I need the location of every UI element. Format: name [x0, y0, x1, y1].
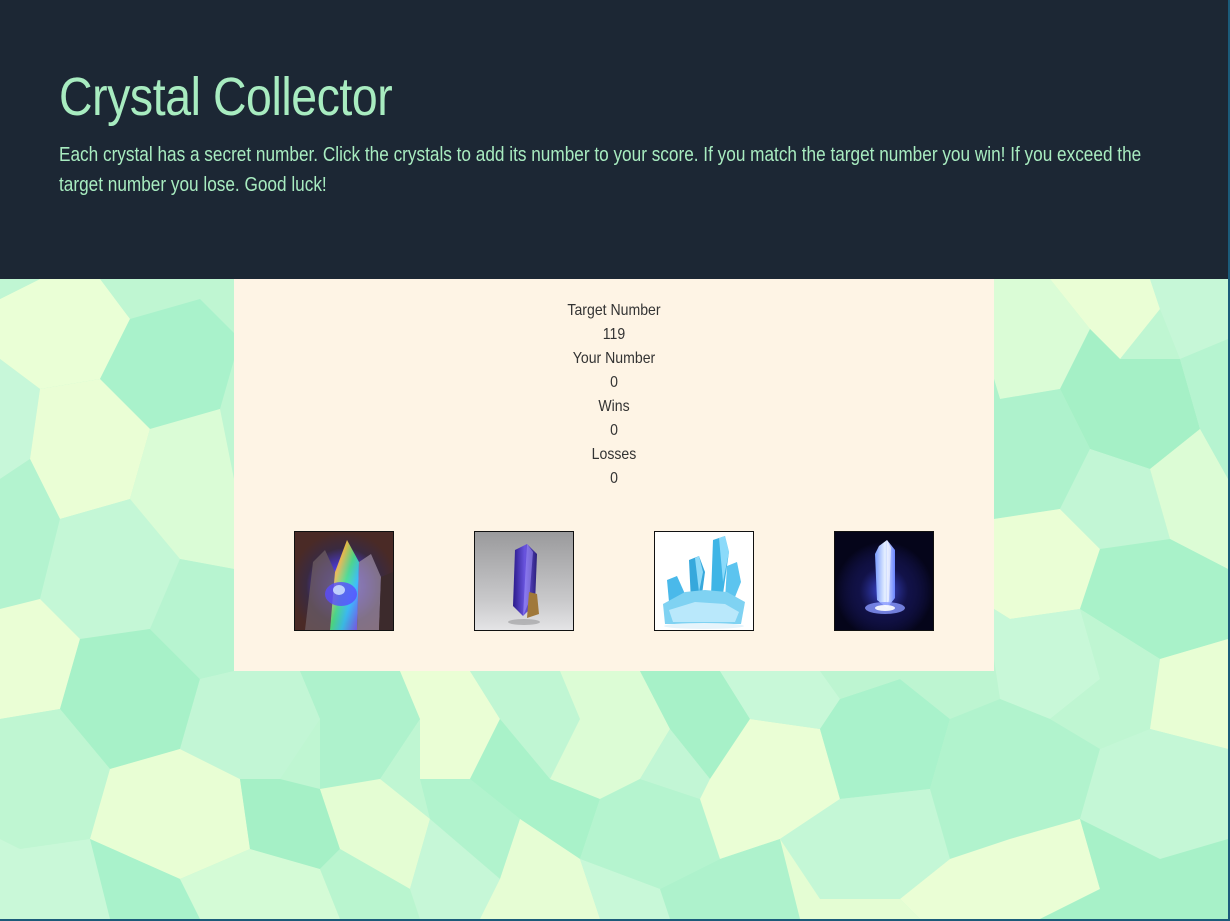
- blue-quartz-crystal-image[interactable]: [654, 531, 754, 631]
- your-number-label: Your Number: [572, 350, 656, 367]
- rainbow-crystal-image[interactable]: [294, 531, 394, 631]
- blue-quartz-crystal-icon: [655, 532, 753, 630]
- scoreboard: Target Number 119 Your Number 0 Wins 0 L…: [234, 299, 994, 491]
- losses-label: Losses: [591, 446, 637, 463]
- target-number-label: Target Number: [567, 302, 661, 319]
- wins-value: 0: [610, 422, 618, 439]
- header: Crystal Collector Each crystal has a sec…: [0, 0, 1228, 279]
- rainbow-crystal-icon: [295, 532, 393, 630]
- glowing-crystal-icon: [835, 532, 933, 630]
- tanzanite-crystal-image[interactable]: [474, 531, 574, 631]
- page-title: Crystal Collector: [59, 67, 393, 127]
- game-panel: Target Number 119 Your Number 0 Wins 0 L…: [234, 279, 994, 671]
- your-number-value: 0: [610, 374, 618, 391]
- losses-value: 0: [610, 470, 618, 487]
- tanzanite-crystal-icon: [475, 532, 573, 630]
- wins-label: Wins: [598, 398, 630, 415]
- target-number-value: 119: [602, 326, 626, 343]
- glowing-crystal-image[interactable]: [834, 531, 934, 631]
- game-instructions: Each crystal has a secret number. Click …: [59, 144, 1142, 196]
